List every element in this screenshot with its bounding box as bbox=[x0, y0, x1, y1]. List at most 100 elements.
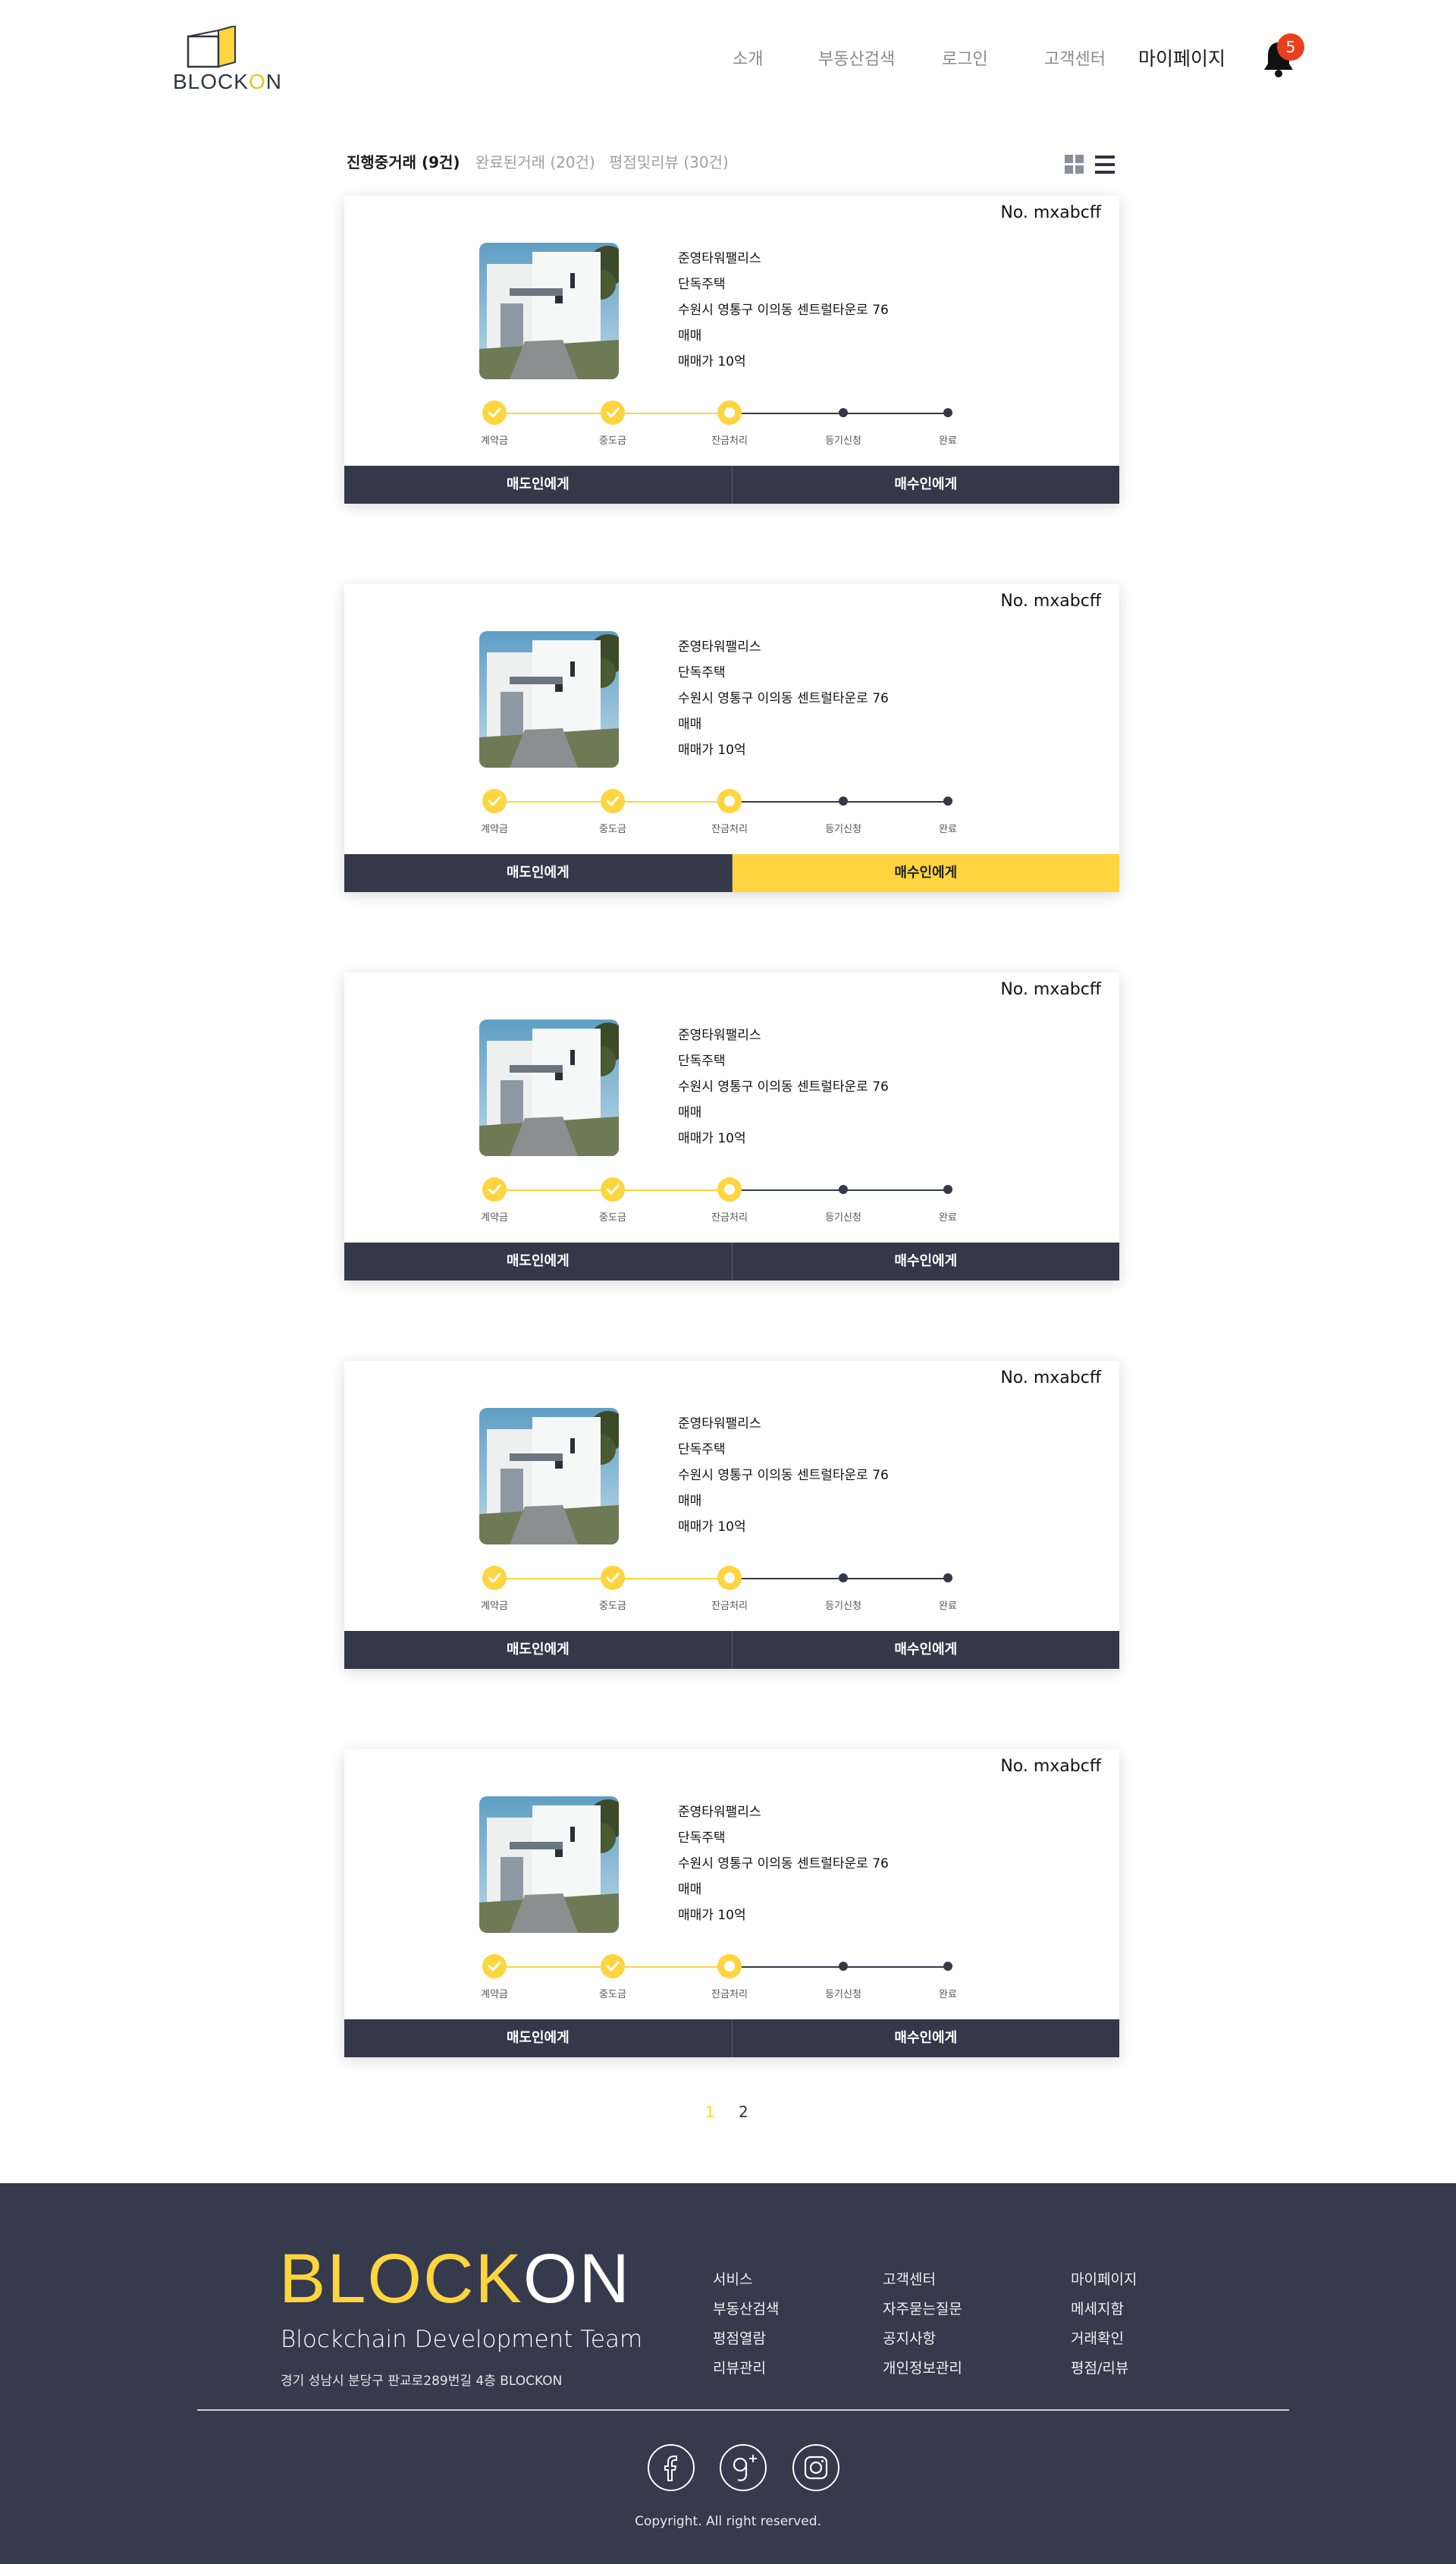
footer-link[interactable]: 부동산검색 bbox=[713, 2295, 779, 2324]
transaction-card: No. mxabcff 준영타워팰리스 단독주택 수원시 영통구 이의동 센트럴… bbox=[344, 972, 1119, 1280]
progress-step-label: 계약금 bbox=[481, 1212, 508, 1224]
nav-mypage[interactable]: 마이페이지 bbox=[1138, 44, 1225, 71]
property-info: 준영타워팰리스 단독주택 수원시 영통구 이의동 센트럴타운로 76 매매 매매… bbox=[678, 1411, 889, 1540]
page-1[interactable]: 1 bbox=[705, 2103, 715, 2121]
property-info: 준영타워팰리스 단독주택 수원시 영통구 이의동 센트럴타운로 76 매매 매매… bbox=[678, 1799, 889, 1928]
property-address: 수원시 영통구 이의동 센트럴타운로 76 bbox=[678, 1856, 889, 1871]
deal-type: 매매 bbox=[678, 1105, 702, 1120]
progress-step-pending: 완료 bbox=[936, 1177, 960, 1224]
transaction-number: No. mxabcff bbox=[1000, 1368, 1101, 1387]
footer-divider bbox=[197, 2409, 1289, 2411]
message-seller-button[interactable]: 매도인에게 bbox=[344, 1243, 732, 1280]
property-info: 준영타워팰리스 단독주택 수원시 영통구 이의동 센트럴타운로 76 매매 매매… bbox=[678, 1023, 889, 1152]
site-footer: BLOCKON Blockchain Development Team 경기 성… bbox=[0, 2183, 1456, 2564]
property-image[interactable] bbox=[479, 631, 619, 768]
facebook-icon[interactable] bbox=[648, 2444, 695, 2491]
message-seller-button[interactable]: 매도인에게 bbox=[344, 1631, 732, 1669]
logo[interactable]: BLOCKON bbox=[173, 26, 281, 99]
site-header: BLOCKON 소개 부동산검색 로그인 고객센터 마이페이지 5 bbox=[0, 0, 1456, 121]
progress-step-label: 등기신청 bbox=[825, 1601, 861, 1612]
property-image[interactable] bbox=[479, 243, 619, 379]
property-type: 단독주택 bbox=[678, 1054, 726, 1069]
progress-step-label: 완료 bbox=[939, 1989, 957, 2000]
property-name: 준영타워팰리스 bbox=[678, 1805, 761, 1820]
message-seller-button[interactable]: 매도인에게 bbox=[344, 466, 732, 504]
tab-completed[interactable]: 완료된거래 (20건) bbox=[475, 150, 595, 172]
progress-step-pending: 완료 bbox=[936, 401, 960, 447]
progress-step-label: 잔금처리 bbox=[711, 1989, 748, 2000]
grid-view-icon[interactable] bbox=[1065, 155, 1084, 174]
property-price: 매매가 10억 bbox=[678, 354, 746, 369]
property-photo bbox=[479, 1796, 619, 1933]
message-buyer-button[interactable]: 매수인에게 bbox=[731, 466, 1119, 504]
property-name: 준영타워팰리스 bbox=[678, 1028, 761, 1043]
progress-step-current: 잔금처리 bbox=[711, 1566, 748, 1612]
progress-step-label: 계약금 bbox=[481, 1601, 508, 1612]
progress-step-label: 등기신청 bbox=[825, 1989, 861, 2000]
google-plus-icon[interactable] bbox=[720, 2444, 767, 2491]
progress-step-current: 잔금처리 bbox=[711, 401, 748, 447]
deal-type: 매매 bbox=[678, 328, 702, 344]
footer-link[interactable]: 거래확인 bbox=[1071, 2324, 1137, 2354]
progress-step-label: 계약금 bbox=[481, 435, 508, 447]
list-view-icon[interactable] bbox=[1095, 155, 1115, 174]
message-seller-button[interactable]: 매도인에게 bbox=[344, 2019, 732, 2057]
transaction-progress: 계약금 중도금 잔금처리 등기신청 완료 bbox=[481, 789, 968, 835]
tab-reviews[interactable]: 평점및리뷰 (30건) bbox=[609, 150, 729, 172]
footer-link[interactable]: 고객센터 bbox=[883, 2265, 962, 2295]
property-image[interactable] bbox=[479, 1408, 619, 1544]
deal-type: 매매 bbox=[678, 1882, 702, 1897]
footer-link[interactable]: 서비스 bbox=[713, 2265, 779, 2295]
property-image[interactable] bbox=[479, 1796, 619, 1933]
transaction-card: No. mxabcff 준영타워팰리스 단독주택 수원시 영통구 이의동 센트럴… bbox=[344, 196, 1119, 504]
footer-link[interactable]: 자주묻는질문 bbox=[883, 2295, 962, 2324]
progress-step-done: 중도금 bbox=[599, 401, 626, 447]
property-info: 준영타워팰리스 단독주택 수원시 영통구 이의동 센트럴타운로 76 매매 매매… bbox=[678, 634, 889, 763]
message-buyer-button[interactable]: 매수인에게 bbox=[731, 2019, 1119, 2057]
progress-step-label: 잔금처리 bbox=[711, 824, 748, 835]
progress-step-label: 중도금 bbox=[599, 1989, 626, 2000]
footer-link[interactable]: 평점/리뷰 bbox=[1071, 2354, 1137, 2383]
property-address: 수원시 영통구 이의동 센트럴타운로 76 bbox=[678, 1468, 889, 1483]
card-actions: 매도인에게 매수인에게 bbox=[344, 854, 1119, 892]
footer-address: 경기 성남시 분당구 판교로289번길 4층 BLOCKON bbox=[281, 2374, 563, 2389]
page-2[interactable]: 2 bbox=[739, 2103, 748, 2121]
transaction-progress: 계약금 중도금 잔금처리 등기신청 완료 bbox=[481, 1566, 968, 1612]
message-seller-button[interactable]: 매도인에게 bbox=[344, 854, 732, 892]
progress-step-label: 등기신청 bbox=[825, 824, 861, 835]
footer-link[interactable]: 개인정보관리 bbox=[883, 2354, 962, 2383]
progress-step-label: 중도금 bbox=[599, 1212, 626, 1224]
footer-link[interactable]: 공지사항 bbox=[883, 2324, 962, 2354]
transaction-progress: 계약금 중도금 잔금처리 등기신청 완료 bbox=[481, 1177, 968, 1224]
message-buyer-button[interactable]: 매수인에게 bbox=[731, 1631, 1119, 1669]
tab-in-progress[interactable]: 진행중거래 (9건) bbox=[347, 150, 460, 172]
footer-link[interactable]: 메세지함 bbox=[1071, 2295, 1137, 2324]
instagram-icon[interactable] bbox=[792, 2444, 839, 2491]
footer-link[interactable]: 리뷰관리 bbox=[713, 2354, 779, 2383]
progress-step-label: 중도금 bbox=[599, 824, 626, 835]
transaction-card: No. mxabcff 준영타워팰리스 단독주택 수원시 영통구 이의동 센트럴… bbox=[344, 584, 1119, 892]
message-buyer-button[interactable]: 매수인에게 bbox=[731, 854, 1119, 892]
nav-about[interactable]: 소개 bbox=[733, 46, 763, 70]
progress-step-done: 계약금 bbox=[481, 789, 508, 835]
progress-step-label: 계약금 bbox=[481, 1989, 508, 2000]
progress-step-done: 계약금 bbox=[481, 401, 508, 447]
message-buyer-button[interactable]: 매수인에게 bbox=[731, 1243, 1119, 1280]
footer-col-service: 서비스 부동산검색 평점열람 리뷰관리 bbox=[713, 2265, 779, 2383]
nav-property-search[interactable]: 부동산검색 bbox=[818, 46, 895, 70]
property-info: 준영타워팰리스 단독주택 수원시 영통구 이의동 센트럴타운로 76 매매 매매… bbox=[678, 246, 889, 375]
notification-badge: 5 bbox=[1277, 33, 1304, 61]
footer-link[interactable]: 마이페이지 bbox=[1071, 2265, 1137, 2295]
progress-step-pending: 등기신청 bbox=[825, 1177, 861, 1224]
footer-link[interactable]: 평점열람 bbox=[713, 2324, 779, 2354]
transaction-progress: 계약금 중도금 잔금처리 등기신청 완료 bbox=[481, 401, 968, 447]
progress-step-pending: 등기신청 bbox=[825, 1954, 861, 2000]
progress-step-label: 완료 bbox=[939, 824, 957, 835]
nav-login[interactable]: 로그인 bbox=[942, 46, 988, 70]
property-image[interactable] bbox=[479, 1020, 619, 1156]
progress-step-done: 계약금 bbox=[481, 1954, 508, 2000]
property-address: 수원시 영통구 이의동 센트럴타운로 76 bbox=[678, 691, 889, 706]
nav-customer-center[interactable]: 고객센터 bbox=[1044, 46, 1106, 70]
card-actions: 매도인에게 매수인에게 bbox=[344, 1243, 1119, 1280]
progress-step-pending: 등기신청 bbox=[825, 789, 861, 835]
